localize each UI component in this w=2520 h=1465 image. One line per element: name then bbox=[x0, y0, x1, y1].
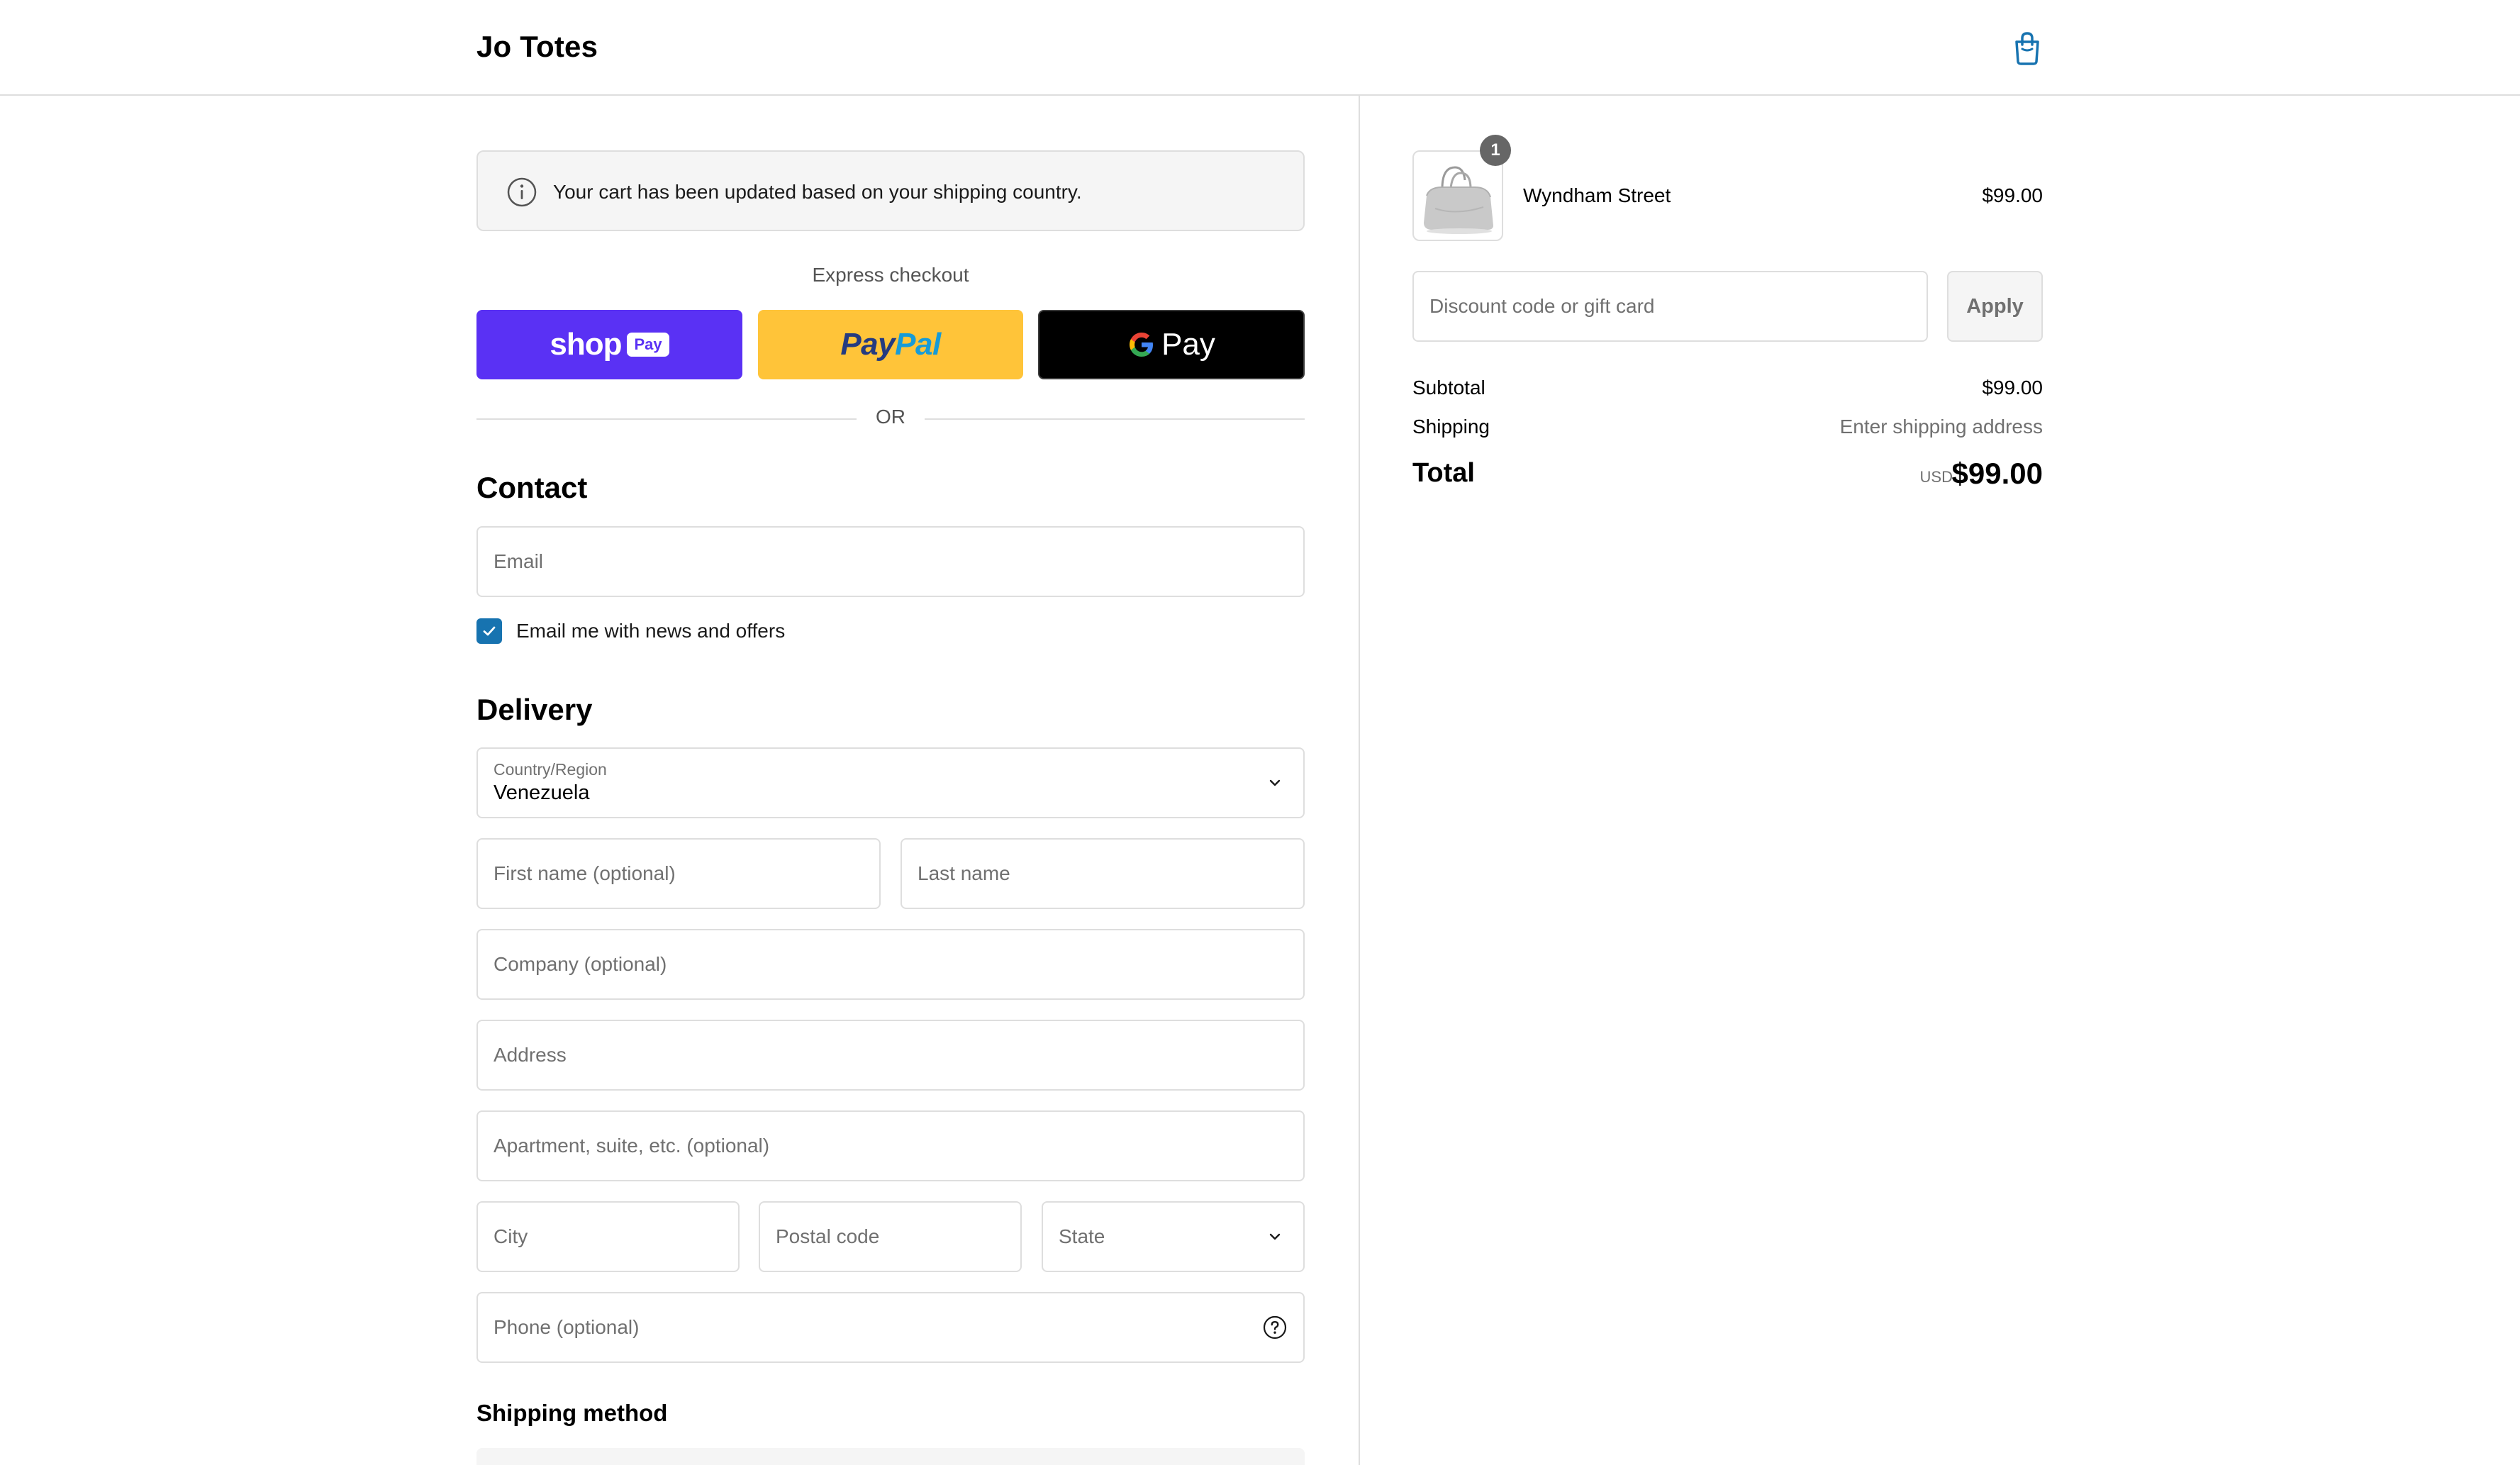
product-name: Wyndham Street bbox=[1523, 184, 1671, 206]
newsletter-label: Email me with news and offers bbox=[516, 620, 786, 642]
city-placeholder: City bbox=[494, 1225, 528, 1247]
info-icon bbox=[506, 177, 537, 208]
last-name-placeholder: Last name bbox=[918, 862, 1010, 884]
company-field[interactable]: Company (optional) bbox=[476, 929, 1305, 1000]
apartment-placeholder: Apartment, suite, etc. (optional) bbox=[494, 1135, 770, 1157]
newsletter-option[interactable]: Email me with news and offers bbox=[476, 617, 785, 645]
shop-pay-wordmark: shop bbox=[550, 327, 622, 362]
or-text: OR bbox=[876, 406, 905, 428]
column-divider bbox=[1359, 96, 1360, 1465]
state-placeholder: State bbox=[1059, 1225, 1105, 1247]
first-name-field[interactable]: First name (optional) bbox=[476, 838, 881, 909]
state-select[interactable]: State bbox=[1042, 1201, 1305, 1272]
express-checkout-label: Express checkout bbox=[812, 264, 969, 286]
phone-placeholder: Phone (optional) bbox=[494, 1316, 640, 1338]
shop-pay-button[interactable]: shop Pay bbox=[476, 310, 742, 379]
paypal-button[interactable]: PayPal bbox=[758, 310, 1023, 379]
country-region-label: Country/Region bbox=[494, 760, 607, 779]
shipping-method-heading: Shipping method bbox=[476, 1400, 668, 1426]
currency-code: USD bbox=[1919, 468, 1953, 486]
apply-discount-button[interactable]: Apply bbox=[1947, 271, 2043, 342]
apartment-field[interactable]: Apartment, suite, etc. (optional) bbox=[476, 1110, 1305, 1181]
shop-pay-pill: Pay bbox=[627, 333, 669, 357]
chevron-down-icon bbox=[1269, 779, 1281, 786]
product-price: $99.00 bbox=[1982, 184, 2043, 206]
chevron-down-icon bbox=[1269, 1233, 1281, 1240]
newsletter-checkbox[interactable] bbox=[476, 618, 502, 644]
checkmark-icon bbox=[483, 626, 496, 636]
company-placeholder: Company (optional) bbox=[494, 953, 667, 975]
or-divider: OR bbox=[476, 406, 1305, 431]
google-g-icon bbox=[1130, 333, 1154, 357]
first-name-placeholder: First name (optional) bbox=[494, 862, 676, 884]
google-pay-button[interactable]: Pay bbox=[1038, 310, 1305, 379]
city-field[interactable]: City bbox=[476, 1201, 740, 1272]
site-header: Jo Totes bbox=[0, 0, 2520, 96]
last-name-field[interactable]: Last name bbox=[901, 838, 1305, 909]
shipping-label: Shipping bbox=[1412, 416, 1490, 438]
notice-text: Your cart has been updated based on your… bbox=[553, 181, 1082, 203]
store-logo-text[interactable]: Jo Totes bbox=[476, 30, 598, 64]
discount-placeholder: Discount code or gift card bbox=[1429, 295, 1655, 317]
cart-updated-notice: Your cart has been updated based on your… bbox=[476, 150, 1305, 231]
total-value: $99.00 bbox=[1951, 457, 2043, 490]
postal-code-field[interactable]: Postal code bbox=[759, 1201, 1022, 1272]
quantity-badge: 1 bbox=[1480, 135, 1511, 166]
question-circle-icon[interactable] bbox=[1262, 1315, 1288, 1340]
shipping-method-panel bbox=[476, 1448, 1305, 1465]
discount-code-field[interactable]: Discount code or gift card bbox=[1412, 271, 1928, 342]
shipping-value: Enter shipping address bbox=[1839, 416, 2043, 438]
contact-heading: Contact bbox=[476, 471, 588, 504]
country-region-select[interactable]: Country/Region Venezuela bbox=[476, 747, 1305, 818]
shopping-bag-icon[interactable] bbox=[2011, 30, 2044, 66]
google-pay-wordmark: Pay bbox=[1161, 327, 1215, 362]
paypal-wordmark: PayPal bbox=[840, 327, 941, 362]
subtotal-label: Subtotal bbox=[1412, 377, 1485, 399]
address-field[interactable]: Address bbox=[476, 1020, 1305, 1091]
total-label: Total bbox=[1412, 458, 1475, 488]
address-placeholder: Address bbox=[494, 1044, 567, 1066]
subtotal-value: $99.00 bbox=[1982, 377, 2043, 399]
phone-field[interactable]: Phone (optional) bbox=[476, 1292, 1305, 1363]
email-placeholder: Email bbox=[494, 550, 544, 572]
email-field[interactable]: Email bbox=[476, 526, 1305, 597]
delivery-heading: Delivery bbox=[476, 693, 593, 726]
country-region-value: Venezuela bbox=[494, 781, 590, 804]
postal-code-placeholder: Postal code bbox=[776, 1225, 880, 1247]
